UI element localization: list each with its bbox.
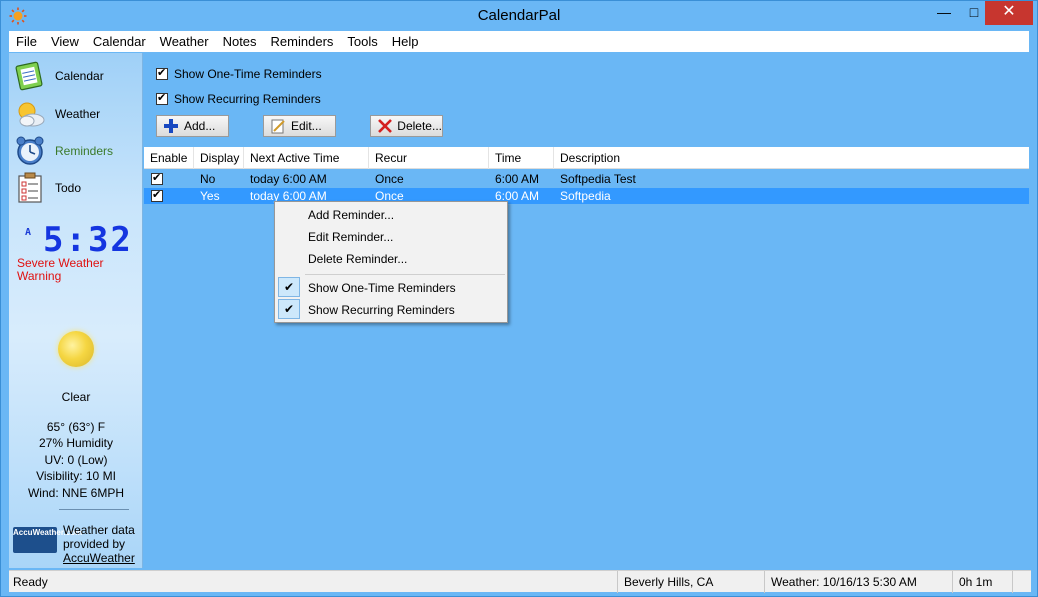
edit-button[interactable]: Edit... (263, 115, 336, 137)
show-one-time-label: Show One-Time Reminders (174, 67, 322, 81)
show-recurring-label: Show Recurring Reminders (174, 92, 321, 106)
col-next-active-time[interactable]: Next Active Time (244, 147, 369, 169)
sidebar-item-todo[interactable]: Todo (13, 171, 141, 205)
menu-view[interactable]: View (44, 31, 86, 52)
weather-icon (13, 97, 47, 131)
digital-clock: A 5:32 (23, 221, 137, 261)
sidebar-item-reminders[interactable]: Reminders (13, 134, 141, 168)
weather-credit-line1: Weather data (63, 523, 135, 537)
edit-button-label: Edit... (291, 119, 322, 133)
moon-weather-icon (58, 331, 94, 367)
weather-humidity: 27% Humidity (38, 436, 114, 450)
add-button[interactable]: Add... (156, 115, 229, 137)
sidebar: Calendar Weather Reminders Todo A 5:32 S… (9, 53, 143, 568)
row-description: Softpedia Test (560, 172, 636, 186)
show-recurring-checkbox[interactable] (156, 91, 168, 105)
row-description: Softpedia (560, 189, 611, 203)
accuweather-link[interactable]: AccuWeather (63, 551, 143, 565)
add-button-label: Add... (184, 119, 216, 133)
weather-credit-line2: provided by (63, 537, 126, 551)
sidebar-label-todo: Todo (55, 181, 82, 195)
row-recur: Once (375, 172, 404, 186)
divider (59, 509, 129, 510)
status-state: Ready (13, 575, 48, 589)
clock-ampm: A (25, 227, 32, 238)
sidebar-item-calendar[interactable]: Calendar (13, 59, 141, 93)
show-one-time-toggle[interactable]: Show One-Time Reminders (156, 66, 322, 81)
resize-grip[interactable] (1012, 571, 1031, 593)
row-enable-checkbox[interactable] (151, 171, 163, 185)
table-row[interactable]: No today 6:00 AM Once 6:00 AM Softpedia … (144, 171, 1029, 187)
status-location: Beverly Hills, CA (617, 571, 764, 593)
sidebar-label-reminders: Reminders (55, 144, 114, 158)
status-elapsed: 0h 1m (952, 571, 1012, 593)
sidebar-item-weather[interactable]: Weather (13, 97, 141, 131)
delete-button[interactable]: Delete... (370, 115, 443, 137)
menu-weather[interactable]: Weather (153, 31, 216, 52)
menu-tools[interactable]: Tools (340, 31, 384, 52)
app-window: CalendarPal — □ ✕ File View Calendar Wea… (0, 0, 1038, 597)
row-next-active-time: today 6:00 AM (250, 172, 327, 186)
weather-temperature: 65° (63°) F (46, 420, 106, 434)
menu-help[interactable]: Help (385, 31, 426, 52)
weather-condition: Clear (61, 390, 91, 404)
menu-file[interactable]: File (9, 31, 44, 52)
context-menu: Add Reminder... Edit Reminder... Delete … (274, 201, 508, 323)
ctx-check-icon: ✔ (278, 277, 300, 297)
row-display: Yes (200, 189, 220, 203)
calendar-icon (13, 59, 47, 93)
status-bar: Ready Beverly Hills, CA Weather: 10/16/1… (9, 570, 1031, 593)
menu-calendar[interactable]: Calendar (86, 31, 153, 52)
menu-bar: File View Calendar Weather Notes Reminde… (9, 31, 1029, 52)
plus-icon (163, 118, 179, 134)
sidebar-label-calendar: Calendar (55, 69, 104, 83)
row-enable-checkbox[interactable] (151, 188, 163, 202)
reminders-table-header: Enable Display Next Active Time Recur Ti… (144, 147, 1029, 169)
edit-pencil-icon (270, 118, 286, 134)
show-one-time-checkbox[interactable] (156, 66, 168, 80)
clock-time: 5:32 (43, 220, 133, 260)
ctx-separator (305, 274, 505, 275)
show-recurring-toggle[interactable]: Show Recurring Reminders (156, 91, 321, 106)
ctx-check-icon: ✔ (278, 299, 300, 319)
col-description[interactable]: Description (554, 147, 1029, 169)
ctx-edit-reminder[interactable]: Edit Reminder... (308, 230, 393, 244)
title-bar[interactable]: CalendarPal — □ ✕ (1, 1, 1037, 31)
accuweather-logo[interactable]: AccuWeather.com (13, 527, 82, 553)
delete-button-label: Delete... (397, 119, 442, 133)
weather-visibility: Visibility: 10 MI (36, 469, 116, 483)
todo-list-icon (13, 171, 47, 205)
menu-notes[interactable]: Notes (216, 31, 264, 52)
window-title: CalendarPal (477, 7, 561, 24)
row-display: No (200, 172, 216, 186)
col-display[interactable]: Display (194, 147, 244, 169)
close-button[interactable]: ✕ (985, 1, 1033, 25)
sidebar-label-weather: Weather (55, 107, 101, 121)
weather-uv: UV: 0 (Low) (44, 453, 108, 467)
alarm-clock-icon (13, 134, 47, 168)
ctx-delete-reminder[interactable]: Delete Reminder... (308, 252, 407, 266)
col-time[interactable]: Time (489, 147, 554, 169)
row-time: 6:00 AM (495, 172, 540, 186)
minimize-button[interactable]: — (929, 1, 959, 25)
weather-credit: Weather data provided by AccuWeather (63, 523, 143, 565)
severe-weather-warning[interactable]: Severe Weather Warning (17, 257, 137, 283)
ctx-add-reminder[interactable]: Add Reminder... (308, 208, 394, 222)
ctx-show-recurring[interactable]: Show Recurring Reminders (308, 303, 455, 317)
delete-x-icon (377, 118, 392, 134)
ctx-show-one-time[interactable]: Show One-Time Reminders (308, 281, 456, 295)
col-recur[interactable]: Recur (369, 147, 489, 169)
col-enable[interactable]: Enable (144, 147, 194, 169)
menu-reminders[interactable]: Reminders (264, 31, 341, 52)
weather-wind: Wind: NNE 6MPH (27, 486, 125, 500)
status-weather-time: Weather: 10/16/13 5:30 AM (764, 571, 952, 593)
